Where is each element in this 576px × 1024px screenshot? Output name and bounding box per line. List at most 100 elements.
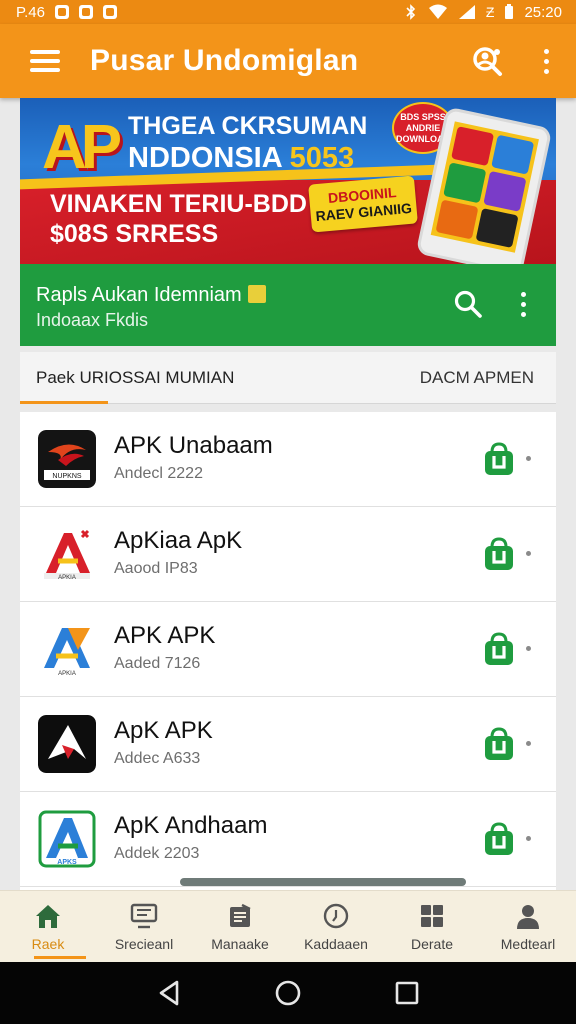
app-subtitle: Aaood IP83 [114,560,198,577]
scroll-indicator[interactable] [180,878,466,886]
banner-headline-2-highlight: 5053 [289,142,355,174]
system-nav-bar [0,962,576,1024]
bottom-nav: Raek Srecieanl Manaake Kaddaaen Derate M… [0,890,576,962]
nav-item-home[interactable]: Raek [0,891,96,962]
hamburger-icon [30,50,60,72]
app-title: Pusar Undomiglan [90,44,359,77]
signal-icon [458,5,475,19]
list-item[interactable]: APKS ApK Andhaam Addek 2203 [20,792,556,887]
status-right: Ƶ 25:20 [404,4,562,21]
clock-icon [321,902,351,930]
download-bag-icon [485,727,513,760]
svg-text:APKS: APKS [57,859,77,866]
nav-item-screen[interactable]: Srecieanl [96,891,192,962]
svg-text:APKIA: APKIA [58,671,76,677]
section-more-button[interactable] [508,286,538,322]
section-title: Rapls Aukan Idemniam [36,284,266,307]
row-more-dot[interactable] [526,836,531,841]
download-button[interactable] [482,822,516,856]
list-item[interactable]: APKIA ApKiaa ApK Aaood IP83 [20,507,556,602]
download-bag-icon [485,442,513,475]
wifi-icon [428,4,447,19]
download-button[interactable] [482,632,516,666]
status-left-text: P.46 [16,3,45,21]
section-header: Rapls Aukan Idemniam Indoaax Fkdis [20,264,556,346]
download-button[interactable] [482,537,516,571]
tab-left-label: Paek URIOSSAI MUMIAN [36,367,235,387]
banner-yellow-badge: DBOOINIL RAEV GIANIIG [308,175,418,233]
svg-text:NUPKNS: NUPKNS [52,473,82,480]
row-more-dot[interactable] [526,741,531,746]
home-button[interactable] [272,977,304,1009]
download-bag-icon [485,822,513,855]
download-button[interactable] [482,442,516,476]
tab-right[interactable]: DACM APMEN [420,368,534,388]
app-subtitle: Andecl 2222 [114,465,203,482]
row-more-dot[interactable] [526,456,531,461]
app-name: ApK APK [114,717,213,744]
back-button[interactable] [153,977,185,1009]
app-name: APK APK [114,622,216,649]
banner-headline-1: THGEA CKRSUMAN [128,112,368,140]
list-item[interactable]: APKIA APK APK Aaded 7126 [20,602,556,697]
banner-headline-2: NDDONSIA 5053 [128,142,354,175]
section-badge-icon [247,285,266,303]
recents-icon [395,981,418,1005]
app-name: ApKiaa ApK [114,527,243,554]
status-bar: P.46 Ƶ 25:20 [0,0,576,24]
back-icon [160,980,179,1006]
more-vert-icon [520,291,526,317]
nav-item-profile[interactable]: Medtearl [480,891,576,962]
bluetooth-icon [406,4,416,20]
search-user-button[interactable] [456,24,516,98]
screen-icon [129,902,159,930]
app-icon [38,715,96,773]
app-name: ApK Andhaam [114,812,268,839]
app-subtitle: Aaded 7126 [114,655,201,672]
nav-label: Kaddaaen [304,935,368,952]
more-vert-icon [543,48,549,74]
section-title-text: Rapls Aukan Idemniam [36,284,242,306]
section-search-button[interactable] [450,286,486,322]
notification-icon [54,5,69,19]
home-circle-icon [275,980,301,1006]
download-bag-icon [485,537,513,570]
search-icon [454,290,482,318]
nav-label: Derate [410,935,454,952]
app-icon: APKIA [38,525,96,583]
banner-headline-2-prefix: NDDONSIA [128,142,290,174]
grid-icon [417,902,447,930]
network-type-icon: Ƶ [485,4,495,20]
list-item[interactable]: ApK APK Addec A633 [20,697,556,792]
nav-label: Raek [31,935,65,952]
app-subtitle: Addek 2203 [114,845,200,862]
nav-item-manage[interactable]: Manaake [192,891,288,962]
row-more-dot[interactable] [526,646,531,651]
manage-icon [225,902,255,930]
app-subtitle: Addec A633 [114,750,201,767]
banner-headline-4: $08S SRRESS [50,220,219,248]
recents-button[interactable] [391,977,423,1009]
menu-button[interactable] [0,24,90,98]
nav-item-clock[interactable]: Kaddaaen [288,891,384,962]
notification-icon [102,5,117,19]
promo-banner[interactable]: AP THGEA CKRSUMAN NDDONSIA 5053 VINAKEN … [20,98,556,264]
nav-item-grid[interactable]: Derate [384,891,480,962]
status-left: P.46 [16,4,117,21]
nav-label: Srecieanl [114,935,174,952]
tab-active-indicator [20,400,108,404]
clock-time: 25:20 [524,3,562,21]
battery-icon [505,4,514,19]
app-name: APK Unabaam [114,432,273,459]
overflow-menu-button[interactable] [516,24,576,98]
row-more-dot[interactable] [526,551,531,556]
banner-logo: AP [42,113,122,182]
download-button[interactable] [482,727,516,761]
nav-active-indicator [34,956,86,959]
list-item[interactable]: NUPKNS APK Unabaam Andecl 2222 [20,412,556,507]
search-user-icon [473,47,502,76]
banner-headline-3: VINAKEN TERIU-BDD [50,190,307,218]
app-bar: Pusar Undomiglan [0,24,576,98]
app-icon: NUPKNS [38,430,96,488]
tab-left[interactable]: Paek URIOSSAI MUMIAN [20,352,235,404]
